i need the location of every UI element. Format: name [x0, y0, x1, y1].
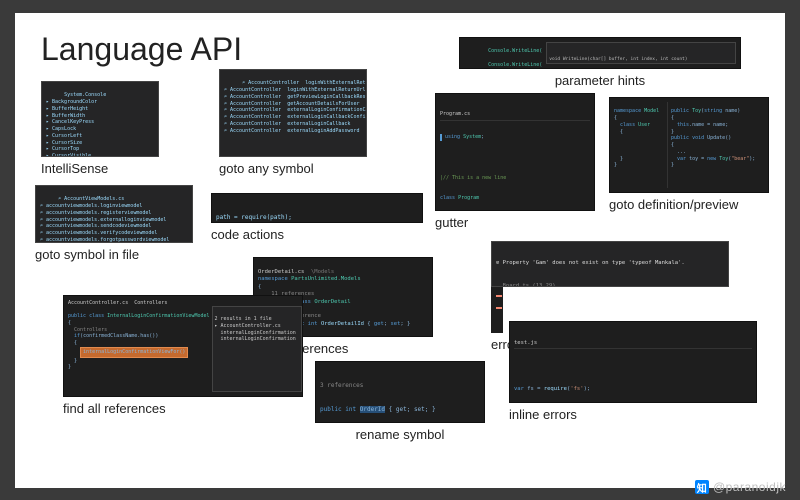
- item-gutter: Program.cs using System; |// This is a n…: [435, 93, 595, 230]
- cap-intellisense: IntelliSense: [41, 161, 159, 176]
- cap-gutter: gutter: [435, 215, 595, 230]
- item-code-actions: path = require(path); var var resourceFi…: [211, 193, 423, 242]
- thumb-goto-any-symbol: ⌕ AccountController loginWithExternalRet…: [219, 69, 367, 157]
- thumb-goto-def: namespace Model { class User { } } publi…: [609, 97, 769, 193]
- thumb-goto-symbol: ⌕ AccountViewModels.cs ⌕ accountviewmode…: [35, 185, 193, 243]
- thumb-gutter: Program.cs using System; |// This is a n…: [435, 93, 595, 211]
- thumb-rename: 3 references public int OrderId { get; s…: [315, 361, 485, 423]
- slide: Language API System.Console ▸ Background…: [15, 13, 785, 488]
- zhihu-icon: 知: [695, 480, 709, 494]
- item-parameter-hints: Console.WriteLine( Console.WriteLine( Co…: [459, 37, 741, 88]
- watermark: 知 @paranoidjk: [695, 480, 786, 494]
- item-goto-symbol-in-file: ⌕ AccountViewModels.cs ⌕ accountviewmode…: [35, 185, 193, 262]
- item-goto-def: namespace Model { class User { } } publi…: [609, 97, 769, 212]
- cap-parameter-hints: parameter hints: [459, 73, 741, 88]
- item-goto-any-symbol: ⌕ AccountController loginWithExternalRet…: [219, 69, 367, 176]
- thumb-intellisense: System.Console ▸ BackgroundColor ▸ Buffe…: [41, 81, 159, 157]
- thumb-find-refs: AccountController.cs Controllers public …: [63, 295, 303, 397]
- cap-inline-errors: inline errors: [509, 407, 757, 422]
- item-inline-errors: test.js var fs = require('fs'); var path…: [509, 321, 757, 422]
- thumb-inline-errors: test.js var fs = require('fs'); var path…: [509, 321, 757, 403]
- item-intellisense: System.Console ▸ BackgroundColor ▸ Buffe…: [41, 81, 159, 176]
- thumb-errors: ⊘ Property 'Gam' does not exist on type …: [491, 241, 729, 287]
- thumb-code-actions: path = require(path); var var resourceFi…: [211, 193, 423, 223]
- cap-find-refs: find all references: [63, 401, 303, 416]
- thumb-parameter-hints: Console.WriteLine( Console.WriteLine( Co…: [459, 37, 741, 69]
- cap-rename: rename symbol: [315, 427, 485, 442]
- cap-code-actions: code actions: [211, 227, 423, 242]
- watermark-handle: @paranoidjk: [713, 480, 786, 494]
- cap-goto-any-symbol: goto any symbol: [219, 161, 367, 176]
- item-rename: 3 references public int OrderId { get; s…: [315, 361, 485, 442]
- cap-goto-def: goto definition/preview: [609, 197, 769, 212]
- cap-goto-symbol: goto symbol in file: [35, 247, 193, 262]
- item-find-refs: AccountController.cs Controllers public …: [63, 295, 303, 416]
